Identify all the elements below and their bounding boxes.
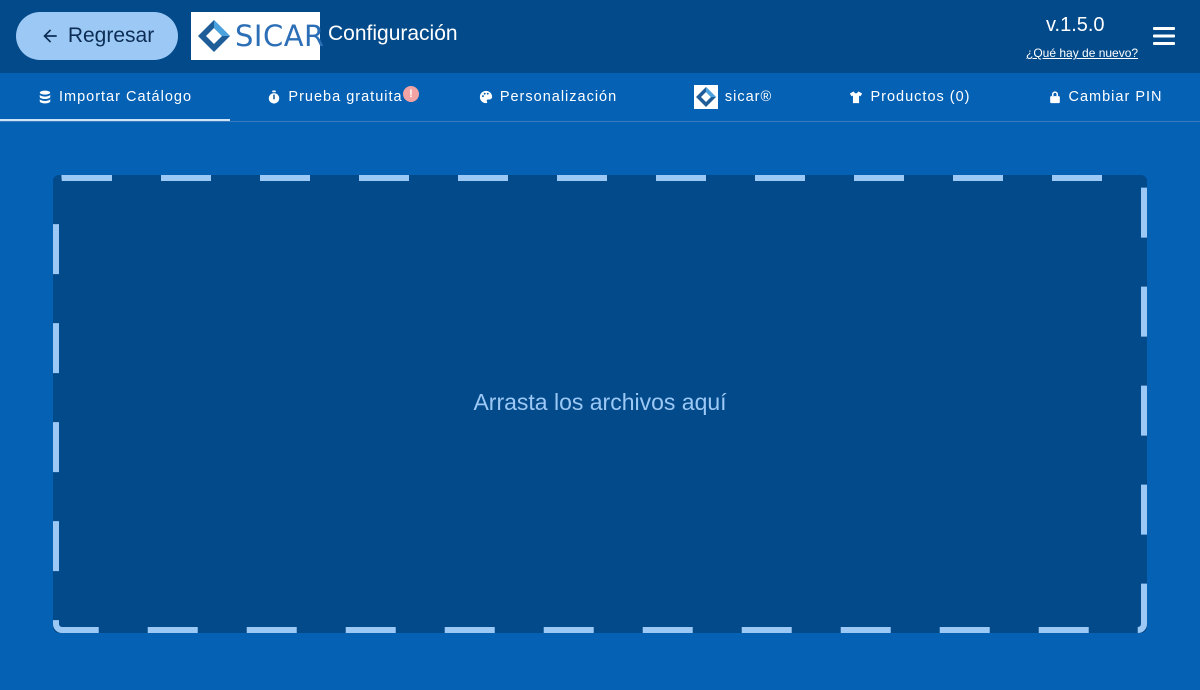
tab-label: Personalización [499,89,618,105]
palette-icon [479,90,492,104]
version-label: v.1.5.0 [1046,14,1105,36]
database-icon [39,90,51,104]
tshirt-icon [850,91,863,104]
tab-label: Productos (0) [870,89,971,105]
file-drop-zone[interactable]: Arrasta los archivos aquí [53,175,1147,633]
tab-bar: Importar Catálogo Prueba gratuita ! Pers… [0,73,1200,122]
arrow-left-icon [43,29,57,43]
page-title: Configuración [328,22,458,45]
tab-sicar[interactable]: sicar® [656,73,810,121]
whats-new-link[interactable]: ¿Qué hay de nuevo? [1026,46,1138,60]
back-button[interactable]: Regresar [16,12,178,60]
stopwatch-icon [269,90,280,104]
hamburger-menu-icon [1153,27,1175,45]
tab-label: sicar® [724,89,773,105]
tab-personalizacion[interactable]: Personalización [440,73,656,121]
sicar-logo-icon [693,85,718,109]
app-header: Regresar SICAR Configuración v.1.5.0 ¿Qu… [0,0,1200,73]
menu-button[interactable] [1150,22,1178,50]
lock-icon [1049,91,1060,104]
logo-text: SICAR [235,19,325,53]
sicar-logo: SICAR [191,12,324,60]
tab-label: Importar Catálogo [58,89,193,105]
tab-label: Prueba gratuita [288,89,403,105]
back-button-label: Regresar [67,24,155,47]
drop-zone-message: Arrasta los archivos aquí [473,389,727,415]
tab-prueba-gratuita[interactable]: Prueba gratuita ! [230,73,440,121]
tab-productos[interactable]: Productos (0) [810,73,1010,121]
tab-importar-catalogo[interactable]: Importar Catálogo [0,73,230,121]
sicar-diamond-icon [198,20,230,52]
tab-label: Cambiar PIN [1068,89,1163,105]
alert-badge: ! [403,86,419,102]
tab-cambiar-pin[interactable]: Cambiar PIN [1010,73,1200,121]
